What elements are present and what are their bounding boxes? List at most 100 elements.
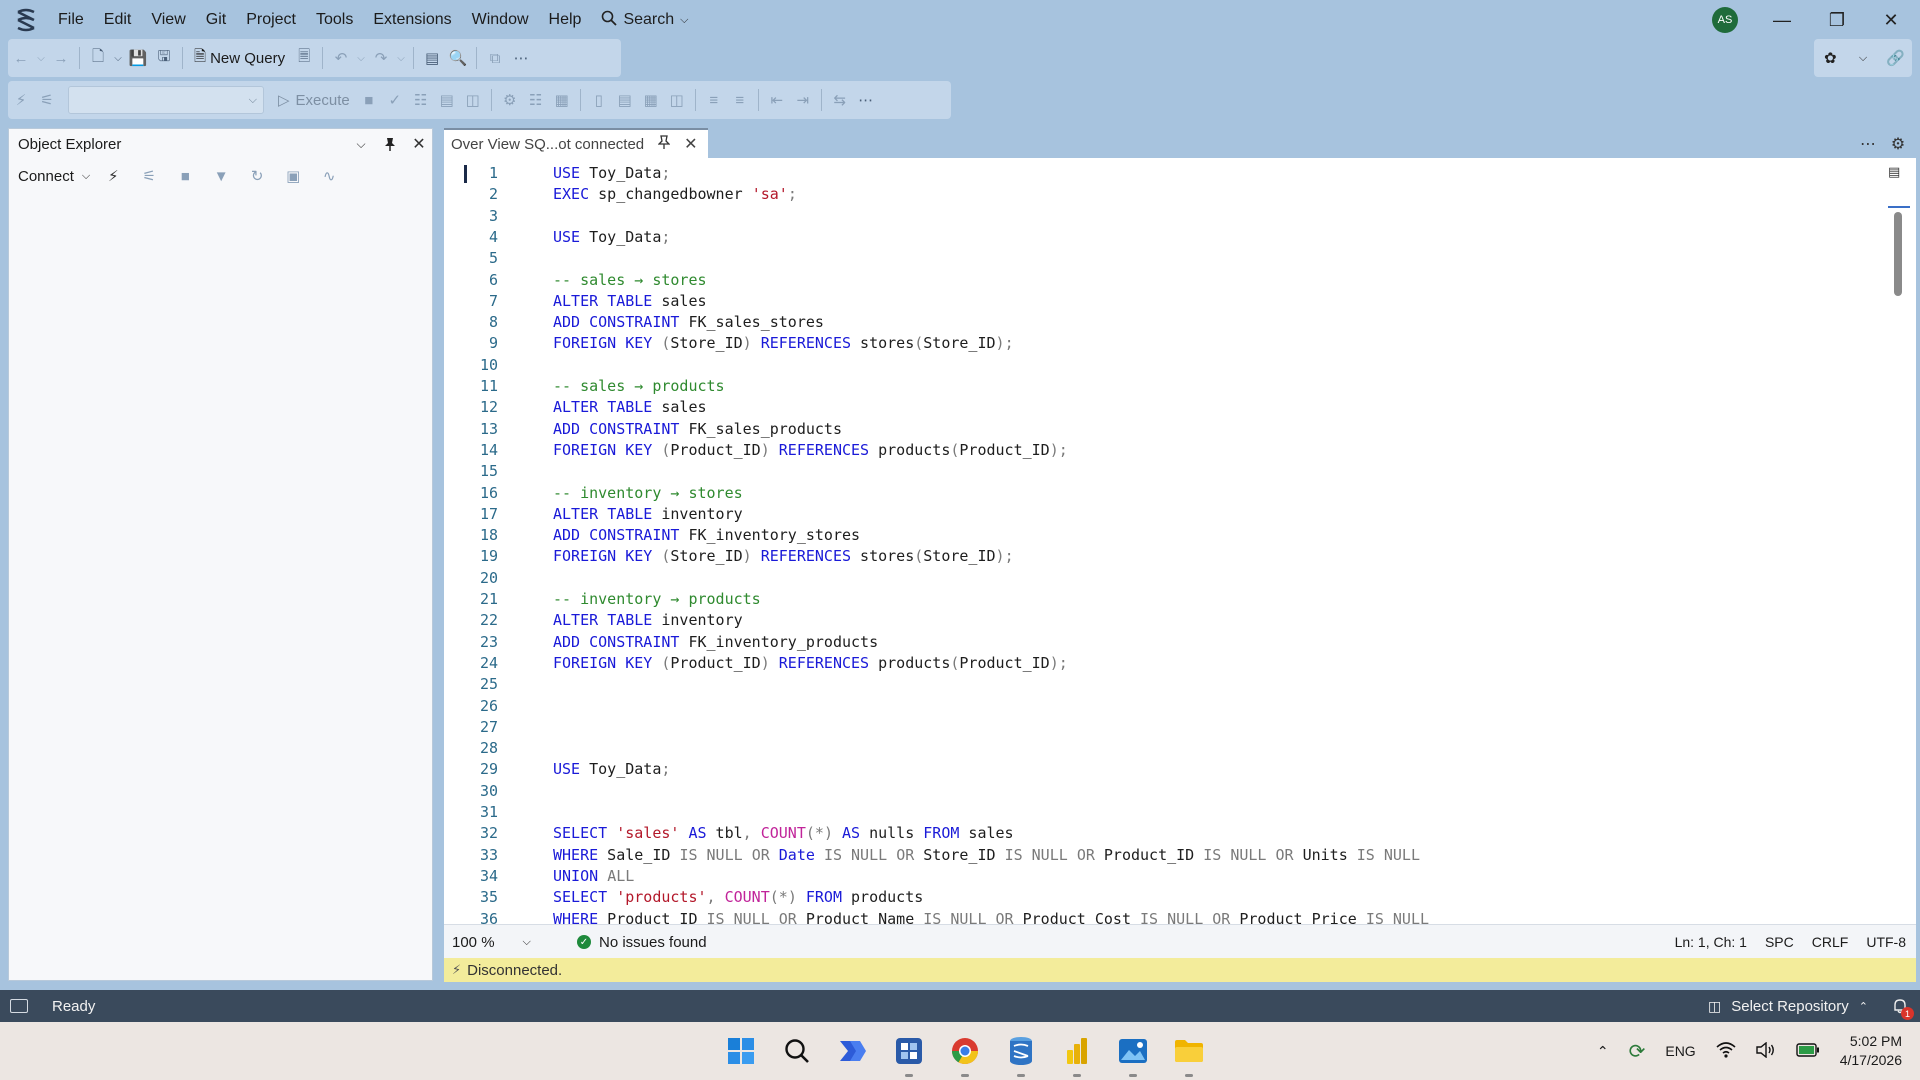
clock[interactable]: 5:02 PM 4/17/2026 [1840,1032,1902,1070]
close-icon[interactable]: ✕ [408,133,430,155]
power-automate-icon[interactable] [836,1034,870,1068]
power-bi-icon[interactable] [1060,1034,1094,1077]
change-connection-icon[interactable]: ⚟ [34,87,60,113]
code-line[interactable]: 29 USE Toy_Data; [444,759,1864,780]
undo-dropdown-icon[interactable]: ⌵ [354,45,368,71]
query-options-icon[interactable]: ◫ [460,87,486,113]
wifi-icon[interactable] [1716,1041,1736,1061]
tab-overflow-icon[interactable]: ⋯ [1856,132,1880,156]
code-line[interactable]: 27 [444,717,1864,738]
back-icon[interactable]: ← [8,45,34,71]
back-dropdown-icon[interactable]: ⌵ [34,45,48,71]
tab-over-view-sql[interactable]: Over View SQ...ot connected ✕ [444,128,708,158]
panel-options-chevron-icon[interactable]: ⌵ [350,133,372,155]
code-line[interactable]: 16 -- inventory → stores [444,483,1864,504]
code-line[interactable]: 12 ALTER TABLE sales [444,397,1864,418]
code-line[interactable]: 15 [444,461,1864,482]
save-icon[interactable]: 💾 [125,45,151,71]
menu-git[interactable]: Git [196,0,236,40]
code-line[interactable]: 13 ADD CONSTRAINT FK_sales_products [444,419,1864,440]
code-line[interactable]: 6 -- sales → stores [444,270,1864,291]
code-line[interactable]: 33 WHERE Sale_ID IS NULL OR Date IS NULL … [444,845,1864,866]
stop-icon[interactable]: ■ [172,163,198,189]
new-dropdown-icon[interactable]: ⌵ [111,45,125,71]
windows-start-icon[interactable] [724,1034,758,1068]
code-line[interactable]: 34 UNION ALL [444,866,1864,887]
menu-window[interactable]: Window [462,0,539,40]
split-editor-icon[interactable]: ▤ [1888,164,1904,180]
code-line[interactable]: 2 EXEC sp_changedbowner 'sa'; [444,184,1864,205]
plug-icon[interactable]: ⚡ [100,163,126,189]
code-line[interactable]: 18 ADD CONSTRAINT FK_inventory_stores [444,525,1864,546]
code-line[interactable]: 25 [444,674,1864,695]
code-line[interactable]: 24 FOREIGN KEY (Product_ID) REFERENCES pr… [444,653,1864,674]
client-stats-icon[interactable]: ▯ [586,87,612,113]
increase-indent-icon[interactable]: ⇥ [790,87,816,113]
menu-help[interactable]: Help [539,0,592,40]
filter-icon[interactable]: ▼ [208,163,234,189]
code-line[interactable]: 23 ADD CONSTRAINT FK_inventory_products [444,632,1864,653]
code-line[interactable]: 7 ALTER TABLE sales [444,291,1864,312]
code-line[interactable]: 11 -- sales → products [444,376,1864,397]
connect-plug-icon[interactable]: ⚡ [8,87,34,113]
more-icon[interactable]: ⋯ [508,45,534,71]
photos-icon[interactable] [1116,1034,1150,1077]
results-to-grid-icon[interactable]: ▦ [638,87,664,113]
results-to-text-icon[interactable]: ▤ [612,87,638,113]
summary-icon[interactable]: ▣ [280,163,306,189]
language-indicator[interactable]: ENG [1665,1043,1695,1059]
code-line[interactable]: 30 [444,781,1864,802]
code-line[interactable]: 8 ADD CONSTRAINT FK_sales_stores [444,312,1864,333]
code-line[interactable]: 4 USE Toy_Data; [444,227,1864,248]
ssms-logo-icon[interactable] [12,6,40,34]
chrome-icon[interactable] [948,1034,982,1077]
code-line[interactable]: 17 ALTER TABLE inventory [444,504,1864,525]
battery-icon[interactable] [1796,1042,1820,1060]
sync-icon[interactable]: ⟳ [1629,1039,1646,1064]
parse-checkmark-icon[interactable]: ✓ [382,87,408,113]
menu-file[interactable]: File [48,0,94,40]
disconnect-icon[interactable]: ⚟ [136,163,162,189]
avatar[interactable]: AS [1712,7,1738,33]
code-line[interactable]: 9 FOREIGN KEY (Store_ID) REFERENCES store… [444,333,1864,354]
zoom-select[interactable]: 100 % ⌵ [444,934,547,951]
execute-button[interactable]: ▷ Execute [272,91,356,110]
visual-studio-icon[interactable] [892,1034,926,1077]
vertical-scrollbar[interactable] [1894,212,1902,296]
database-select[interactable]: ⌵ [68,86,264,114]
connection-manager-icon[interactable]: 🔗 [1883,45,1909,71]
menu-extensions[interactable]: Extensions [363,0,461,40]
output-window-icon[interactable] [10,999,28,1013]
cursor-position[interactable]: Ln: 1, Ch: 1 [1675,934,1747,950]
actual-plan-icon[interactable]: ☷ [523,87,549,113]
new-project-icon[interactable]: 🗋 [85,45,111,71]
speaker-icon[interactable] [1756,1041,1776,1061]
query-options-icon[interactable]: 🗏 [291,45,317,71]
copilot-dropdown-icon[interactable]: ⌵ [1850,45,1876,71]
forward-icon[interactable]: → [48,45,74,71]
code-line[interactable]: 1 USE Toy_Data; [444,163,1864,184]
copilot-icon[interactable]: ✿ [1817,45,1843,71]
menu-view[interactable]: View [141,0,195,40]
notification-bell-icon[interactable]: 1 [1892,998,1914,1020]
issues-indicator[interactable]: ✓ No issues found [577,934,707,951]
object-search-icon[interactable]: 🔍 [445,45,471,71]
decrease-indent-icon[interactable]: ⇤ [764,87,790,113]
stop-icon[interactable]: ■ [356,87,382,113]
new-query-button[interactable]: 🗎 New Query [188,46,291,71]
code-line[interactable]: 5 [444,248,1864,269]
code-line[interactable]: 22 ALTER TABLE inventory [444,610,1864,631]
encoding[interactable]: UTF-8 [1866,934,1906,950]
code-line[interactable]: 10 [444,355,1864,376]
ssms-app-icon[interactable] [1004,1034,1038,1077]
code-line[interactable]: 26 [444,696,1864,717]
uncomment-lines-icon[interactable]: ≡ [727,87,753,113]
close-tab-icon[interactable]: ✕ [684,134,697,154]
query-designer-icon[interactable]: ▤ [434,87,460,113]
minimize-button[interactable]: — [1757,0,1807,40]
template-browser-icon[interactable]: ⧉ [482,45,508,71]
code-line[interactable]: 35 SELECT 'products', COUNT(*) FROM produ… [444,887,1864,908]
undo-icon[interactable]: ↶ [328,45,354,71]
code-line[interactable]: 36 WHERE Product_ID IS NULL OR Product_Na… [444,909,1864,925]
results-to-file-icon[interactable]: ◫ [664,87,690,113]
